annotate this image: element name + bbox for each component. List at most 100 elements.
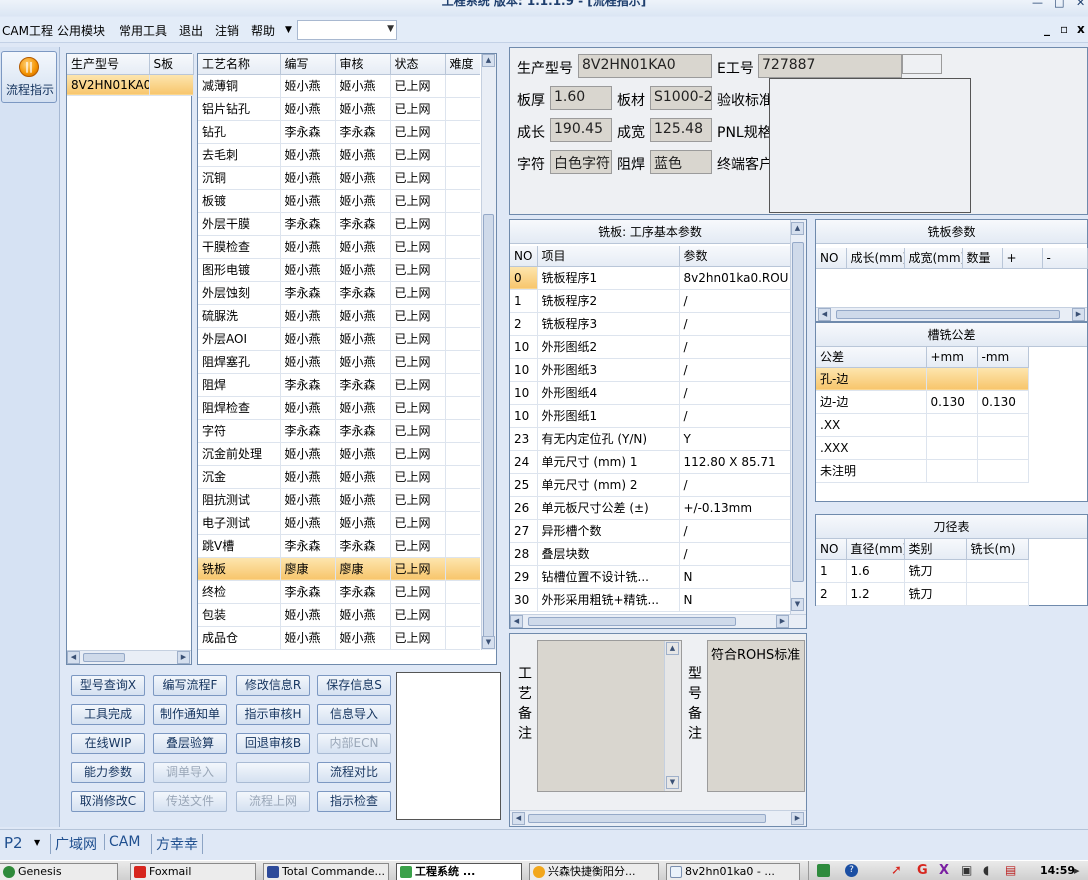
author-cell[interactable]: 李永森 — [280, 580, 336, 604]
tolerance-cell[interactable]: .XXX — [816, 436, 927, 460]
stack-check-button[interactable]: 叠层验算 — [153, 733, 227, 754]
menu-logout[interactable]: 注销 — [215, 22, 239, 39]
process-name-cell[interactable]: 板镀 — [198, 189, 281, 213]
status-cell[interactable]: 已上网 — [390, 442, 446, 466]
reviewer-cell[interactable]: 廖康 — [335, 557, 391, 581]
online-wip-button[interactable]: 在线WIP — [71, 733, 145, 754]
info-text-box[interactable] — [769, 78, 971, 213]
process-name-cell[interactable]: 成品仓 — [198, 626, 281, 650]
length-field[interactable]: 190.45 — [550, 118, 612, 142]
tool-complete-button[interactable]: 工具完成 — [71, 704, 145, 725]
col-s-board[interactable]: S板 — [149, 54, 194, 75]
scroll-right-icon[interactable]: ▶ — [776, 615, 789, 628]
difficulty-cell[interactable] — [445, 488, 480, 512]
minus-mm-cell[interactable] — [977, 367, 1029, 391]
difficulty-cell[interactable] — [445, 442, 480, 466]
difficulty-cell[interactable] — [445, 511, 480, 535]
p-dropdown-icon[interactable]: ▼ — [34, 838, 40, 847]
diameter-cell[interactable]: 1.2 — [846, 582, 905, 606]
difficulty-cell[interactable] — [445, 212, 480, 236]
difficulty-cell[interactable] — [445, 557, 480, 581]
minus-mm-cell[interactable] — [977, 413, 1029, 437]
reviewer-cell[interactable]: 姬小燕 — [335, 603, 391, 627]
col-tolerance[interactable]: 公差 — [816, 347, 927, 368]
category-cell[interactable]: 铣刀 — [904, 559, 967, 583]
param-cell[interactable]: 112.80 X 85.71 — [679, 450, 790, 474]
table-row[interactable]: 硫脲洗 姬小燕 姬小燕 已上网 — [198, 304, 480, 328]
thickness-field[interactable]: 1.60 — [550, 86, 612, 110]
task-foxmail[interactable]: Foxmail — [130, 863, 256, 880]
col-plus-mm[interactable]: +mm — [926, 347, 978, 368]
model-cell[interactable]: 8V2HN01KA0 — [67, 74, 150, 96]
no-cell[interactable]: 26 — [510, 496, 538, 520]
item-cell[interactable]: 单元板尺寸公差 (±) — [537, 496, 680, 520]
minus-mm-cell[interactable] — [977, 436, 1029, 460]
reviewer-cell[interactable]: 姬小燕 — [335, 258, 391, 282]
param-cell[interactable]: / — [679, 312, 790, 336]
difficulty-cell[interactable] — [445, 580, 480, 604]
col-width[interactable]: 成宽(mm) — [904, 248, 963, 269]
table-row[interactable]: 8V2HN01KA0 — [67, 74, 194, 96]
task-xingsen[interactable]: 兴森快捷衡阳分... — [529, 863, 659, 880]
instruction-check-button[interactable]: 指示检查 — [317, 791, 391, 812]
tolerance-cell[interactable]: .XX — [816, 413, 927, 437]
s-board-cell[interactable] — [149, 74, 194, 96]
scroll-right-icon[interactable]: ▶ — [177, 651, 190, 664]
item-cell[interactable]: 铣板程序3 — [537, 312, 680, 336]
table-row[interactable]: 铝片钻孔 姬小燕 姬小燕 已上网 — [198, 97, 480, 121]
process-name-cell[interactable]: 去毛刺 — [198, 143, 281, 167]
tolerance-cell[interactable]: 孔-边 — [816, 367, 927, 391]
table-row[interactable]: 26 单元板尺寸公差 (±) +/-0.13mm — [510, 496, 790, 520]
reviewer-cell[interactable]: 姬小燕 — [335, 304, 391, 328]
difficulty-cell[interactable] — [445, 327, 480, 351]
process-name-cell[interactable]: 跳V槽 — [198, 534, 281, 558]
param-cell[interactable]: / — [679, 542, 790, 566]
process-name-cell[interactable]: 阻抗测试 — [198, 488, 281, 512]
menu-help[interactable]: 帮助 — [251, 22, 275, 39]
table-row[interactable]: 板镀 姬小燕 姬小燕 已上网 — [198, 189, 480, 213]
table-row[interactable]: 2 铣板程序3/ — [510, 312, 790, 336]
param-cell[interactable]: N — [679, 588, 790, 612]
reviewer-cell[interactable]: 李永森 — [335, 281, 391, 305]
message-box[interactable] — [396, 672, 501, 820]
status-cell[interactable]: 已上网 — [390, 396, 446, 420]
category-cell[interactable]: 铣刀 — [904, 582, 967, 606]
process-name-cell[interactable]: 钻孔 — [198, 120, 281, 144]
character-field[interactable]: 白色字符 — [550, 150, 612, 174]
difficulty-cell[interactable] — [445, 350, 480, 374]
author-cell[interactable]: 姬小燕 — [280, 97, 336, 121]
p-indicator[interactable]: P2 — [4, 834, 23, 852]
difficulty-cell[interactable] — [445, 396, 480, 420]
model-field[interactable]: 8V2HN01KA0 — [578, 54, 712, 78]
difficulty-cell[interactable] — [445, 120, 480, 144]
minus-mm-cell[interactable] — [977, 459, 1029, 483]
item-cell[interactable]: 异形槽个数 — [537, 519, 680, 543]
param-cell[interactable]: / — [679, 358, 790, 382]
reviewer-cell[interactable]: 姬小燕 — [335, 327, 391, 351]
no-cell[interactable]: 30 — [510, 588, 538, 612]
status-cell[interactable]: 已上网 — [390, 189, 446, 213]
scroll-up-icon[interactable]: ▲ — [791, 222, 804, 235]
scroll-left-icon[interactable]: ◀ — [510, 615, 523, 628]
scroll-left-icon[interactable]: ◀ — [67, 651, 80, 664]
reviewer-cell[interactable]: 姬小燕 — [335, 189, 391, 213]
author-cell[interactable]: 姬小燕 — [280, 626, 336, 650]
author-cell[interactable]: 姬小燕 — [280, 442, 336, 466]
col-diameter[interactable]: 直径(mm) — [846, 539, 905, 560]
col-author[interactable]: 编写 — [280, 54, 336, 75]
help-dropdown-icon[interactable]: ▼ — [285, 25, 292, 35]
process-name-cell[interactable]: 外层AOI — [198, 327, 281, 351]
item-cell[interactable]: 外形采用粗铣+精铣... — [537, 588, 680, 612]
difficulty-cell[interactable] — [445, 74, 480, 98]
author-cell[interactable]: 李永森 — [280, 120, 336, 144]
author-cell[interactable]: 姬小燕 — [280, 143, 336, 167]
param-cell[interactable]: +/-0.13mm — [679, 496, 790, 520]
table-row[interactable]: .XX — [816, 413, 1029, 437]
help-icon[interactable]: ? — [845, 864, 858, 877]
process-name-cell[interactable]: 沉金 — [198, 465, 281, 489]
reviewer-cell[interactable]: 李永森 — [335, 120, 391, 144]
process-name-cell[interactable]: 电子测试 — [198, 511, 281, 535]
status-tab-wan[interactable]: 广域网 — [50, 834, 97, 854]
table-row[interactable]: 23 有无内定位孔 (Y/N) Y — [510, 427, 790, 451]
status-cell[interactable]: 已上网 — [390, 603, 446, 627]
